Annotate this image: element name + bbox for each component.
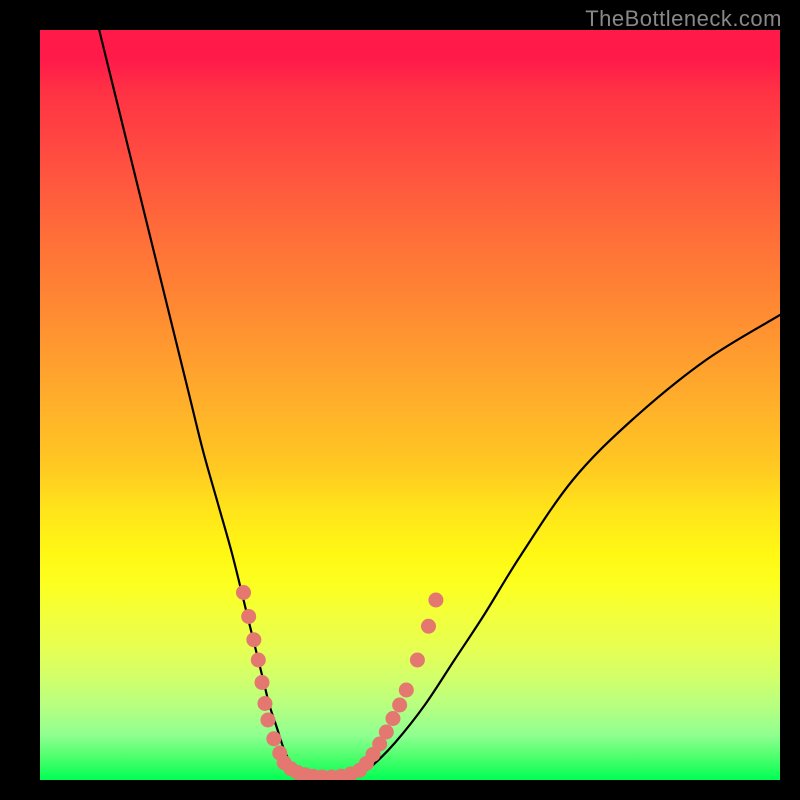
marker-dot xyxy=(251,653,266,668)
marker-dot xyxy=(266,731,281,746)
marker-dot xyxy=(385,711,400,726)
marker-dot xyxy=(241,609,256,624)
curve-left-branch xyxy=(99,30,299,776)
chart-frame: TheBottleneck.com xyxy=(0,0,800,800)
marker-dot xyxy=(399,683,414,698)
marker-dot xyxy=(379,725,394,740)
marker-dot xyxy=(421,619,436,634)
watermark-label: TheBottleneck.com xyxy=(585,6,782,32)
plot-area xyxy=(40,30,780,780)
marker-dot xyxy=(410,653,425,668)
marker-dot xyxy=(246,632,261,647)
marker-dot xyxy=(236,585,251,600)
curve-markers xyxy=(236,585,443,780)
marker-dot xyxy=(260,713,275,728)
chart-svg xyxy=(40,30,780,780)
marker-dot xyxy=(428,593,443,608)
marker-dot xyxy=(257,696,272,711)
curve-right-branch xyxy=(358,315,780,776)
marker-dot xyxy=(255,675,270,690)
marker-dot xyxy=(392,698,407,713)
